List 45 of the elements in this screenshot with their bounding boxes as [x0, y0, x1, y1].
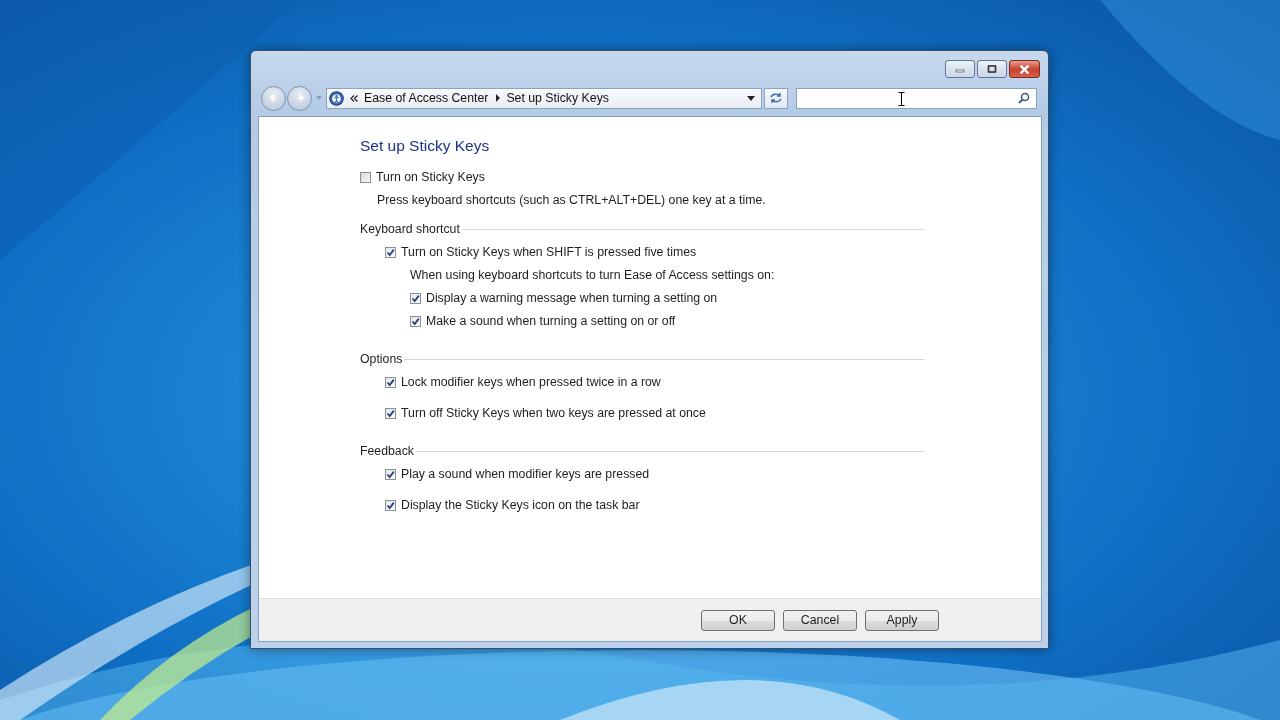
checkbox[interactable] [410, 315, 421, 327]
note-text: When using keyboard shortcuts to turn Ease of Access settings on: [410, 268, 775, 282]
checkbox[interactable] [360, 171, 371, 183]
chevron-icon[interactable] [350, 94, 358, 102]
forward-button[interactable] [287, 85, 312, 111]
checkbox-label[interactable]: Lock modifier keys when pressed twice in a row [401, 375, 661, 389]
minimize-button[interactable] [945, 60, 975, 78]
section-title: Options [360, 352, 403, 366]
checkbox[interactable] [385, 468, 396, 480]
checkbox-label[interactable]: Turn on Sticky Keys when SHIFT is pressed five times [401, 245, 697, 259]
search-icon[interactable] [1018, 92, 1030, 104]
close-icon [1019, 64, 1030, 74]
dropdown-icon[interactable] [747, 95, 755, 101]
control-panel-icon [329, 90, 344, 106]
page-heading: Set up Sticky Keys [360, 137, 491, 155]
checkbox[interactable] [410, 292, 421, 304]
dialog-button[interactable]: OK [701, 609, 775, 631]
checkbox-label[interactable]: Turn off Sticky Keys when two keys are pressed at once [401, 406, 706, 420]
checkbox[interactable] [385, 376, 396, 388]
checkbox-label[interactable]: Display the Sticky Keys icon on the task bar [401, 498, 640, 512]
maximize-button[interactable] [977, 60, 1007, 78]
refresh-button[interactable] [764, 87, 788, 109]
back-button[interactable] [261, 85, 286, 111]
address-bar[interactable]: Ease of Access Center Set up Sticky Keys [326, 87, 762, 109]
checkbox[interactable] [385, 499, 396, 511]
checkbox-label[interactable]: Play a sound when modifier keys are pressed [401, 467, 650, 481]
back-arrow-icon [268, 93, 279, 103]
description-text: Press keyboard shortcuts (such as CTRL+ALT+DEL) one key at a time. [377, 193, 767, 207]
arrow-icon[interactable] [496, 94, 501, 102]
refresh-icon [769, 92, 783, 104]
checkbox[interactable] [385, 246, 396, 258]
dialog-button[interactable]: Apply [865, 609, 939, 631]
close-button[interactable] [1009, 60, 1040, 78]
breadcrumb-item[interactable]: Ease of Access Center [364, 91, 489, 105]
checkbox-label[interactable]: Make a sound when turning a setting on or off [426, 314, 676, 328]
checkbox-label[interactable]: Display a warning message when turning a setting on [426, 291, 718, 305]
section-title: Feedback [360, 444, 414, 458]
checkbox-label[interactable]: Turn on Sticky Keys [376, 170, 485, 184]
maximize-icon [987, 65, 997, 73]
dialog-button[interactable]: Cancel [783, 609, 857, 631]
search-field[interactable] [796, 87, 1037, 109]
text-cursor-icon [898, 91, 905, 106]
section-title: Keyboard shortcut [360, 222, 460, 236]
breadcrumb-item[interactable]: Set up Sticky Keys [506, 91, 609, 105]
checkbox[interactable] [385, 407, 396, 419]
